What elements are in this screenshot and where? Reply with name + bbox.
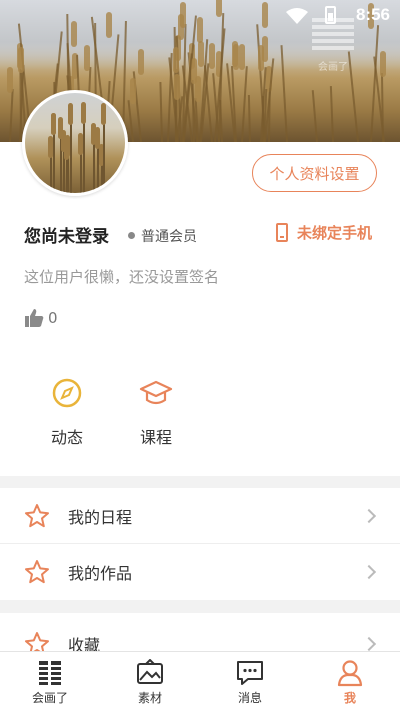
wheat-ear	[18, 47, 24, 73]
wheat-ear	[174, 74, 180, 100]
wheat-ear	[239, 44, 245, 70]
wheat-stalk	[66, 156, 68, 193]
phone-status: 未绑定手机	[297, 224, 373, 242]
menu-item-favorites[interactable]: 收藏	[0, 616, 400, 651]
menu-item-label: 我的日程	[68, 507, 133, 527]
wheat-stalk	[70, 121, 72, 193]
chevron-right-icon	[361, 508, 377, 523]
wheat-stalk	[80, 151, 82, 193]
menu-item-label: 我的作品	[68, 564, 133, 583]
wheat-stalk	[127, 100, 134, 142]
wheat-stalk	[53, 131, 55, 193]
star-icon	[25, 632, 49, 651]
wheat-ear	[232, 41, 238, 67]
wheat-ear	[173, 47, 179, 73]
chevron-right-icon	[361, 636, 377, 651]
menu-group-secondary: 收藏	[0, 613, 400, 651]
wheat-stalk	[241, 66, 248, 142]
watermark-text: 会画了	[318, 62, 348, 73]
quick-action-dynamics[interactable]: 动态	[32, 376, 102, 448]
message-icon	[237, 661, 263, 685]
user-icon	[337, 660, 363, 687]
wheat-ear	[209, 43, 215, 69]
profile-card: 个人资料设置 您尚未登录 普通会员 未绑定手机 这位用户很懒，还没设置签名 0 …	[0, 90, 400, 476]
menu-group-primary: 我的日程 我的作品	[0, 488, 400, 600]
wheat-ear	[101, 103, 106, 125]
image-frame-icon	[137, 659, 163, 684]
wheat-ear	[64, 138, 69, 160]
status-time: 8:56	[355, 5, 390, 24]
compass-icon	[52, 378, 82, 408]
wheat-ear	[138, 49, 144, 75]
bind-phone-link[interactable]: 未绑定手机	[276, 222, 372, 243]
quick-action-label: 动态	[50, 428, 83, 447]
thumbs-up-icon	[25, 309, 44, 327]
quick-action-courses[interactable]: 课程	[121, 376, 191, 448]
wheat-ear	[258, 45, 264, 71]
nav-label: 消息	[237, 691, 262, 705]
wheat-stalk	[247, 94, 251, 142]
nav-tab-home[interactable]: 会画了	[0, 652, 100, 711]
avatar[interactable]	[22, 90, 128, 196]
username[interactable]: 您尚未登录	[24, 222, 109, 247]
wheat-ear	[84, 45, 90, 71]
likes[interactable]: 0	[24, 308, 58, 328]
nav-label: 会画了	[31, 691, 68, 705]
nav-label: 我	[343, 691, 356, 705]
menu-item-works[interactable]: 我的作品	[0, 544, 400, 600]
bottom-nav: 会画了 素材 消息 我	[0, 651, 400, 711]
likes-count: 0	[48, 309, 58, 327]
nav-tab-messages[interactable]: 消息	[200, 652, 300, 711]
wheat-stalk	[50, 154, 52, 193]
graduation-cap-icon	[139, 380, 173, 405]
nav-tab-materials[interactable]: 素材	[100, 652, 200, 711]
wheat-ear	[95, 127, 100, 149]
wheat-stalk	[329, 86, 334, 142]
wheat-ear	[191, 58, 197, 84]
wheat-stalk	[103, 121, 105, 193]
chevron-right-icon	[361, 564, 377, 580]
quick-action-label: 课程	[139, 428, 172, 447]
menu-item-schedule[interactable]: 我的日程	[0, 488, 400, 544]
member-level: 普通会员	[141, 229, 197, 245]
battery-icon	[325, 6, 336, 24]
wheat-stalk	[83, 120, 85, 193]
profile-settings-button[interactable]: 个人资料设置	[252, 154, 377, 192]
wheat-ear	[81, 102, 86, 124]
phone-icon	[276, 223, 288, 242]
wheat-stalk	[97, 145, 99, 193]
wheat-ear	[7, 67, 13, 93]
app-logo-icon	[39, 661, 61, 685]
nav-label: 素材	[137, 691, 162, 705]
menu-item-label: 收藏	[68, 636, 101, 651]
signature: 这位用户很懒，还没设置签名	[24, 268, 220, 286]
wheat-ear	[130, 78, 136, 104]
nav-tab-me[interactable]: 我	[300, 652, 400, 711]
wifi-icon	[286, 8, 308, 24]
wheat-ear	[380, 51, 386, 77]
wheat-ear	[198, 41, 204, 67]
wheat-stalk	[93, 141, 95, 193]
wheat-stalk	[311, 90, 318, 142]
status-bar: 8:56	[0, 0, 400, 32]
star-icon	[25, 560, 49, 584]
star-icon	[25, 503, 49, 527]
member-dot-icon	[128, 232, 135, 239]
wheat-ear	[68, 103, 73, 125]
wheat-stalk	[159, 81, 163, 142]
wheat-stalk	[9, 89, 14, 142]
wheat-ear	[51, 113, 56, 135]
